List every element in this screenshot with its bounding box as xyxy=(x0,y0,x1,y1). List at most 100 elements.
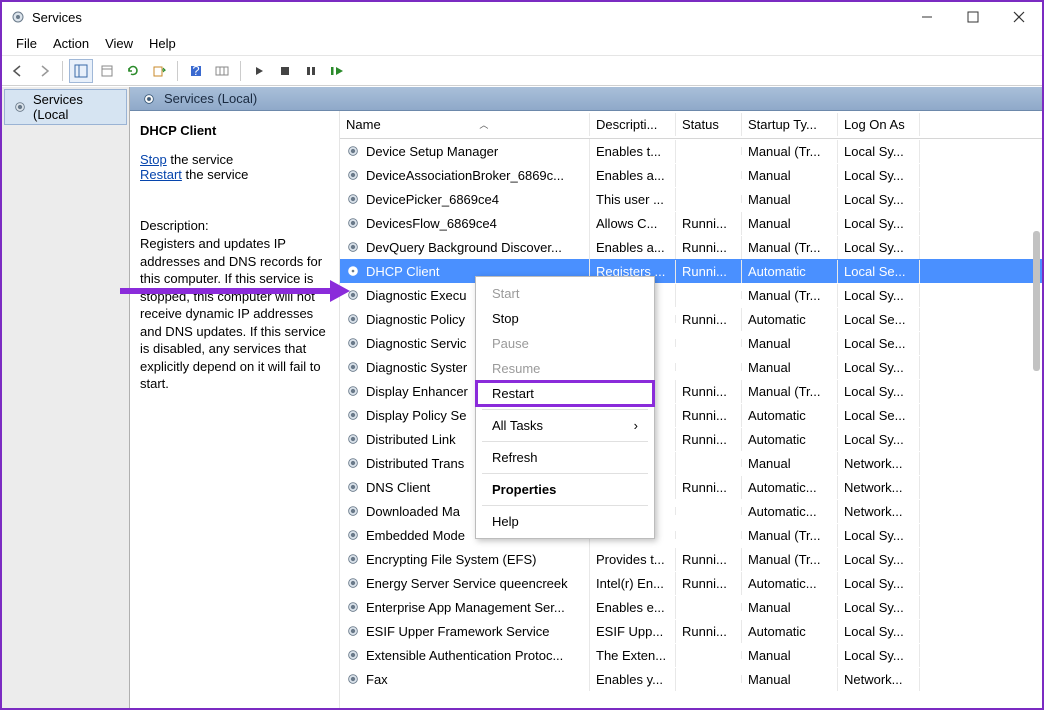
service-startup: Automatic... xyxy=(742,476,838,499)
export-list-button[interactable] xyxy=(147,59,171,83)
ctx-start: Start xyxy=(476,281,654,306)
service-status: Runni... xyxy=(676,548,742,571)
tree-root-services[interactable]: Services (Local xyxy=(4,89,127,125)
service-logon: Local Sy... xyxy=(838,596,920,619)
ctx-stop[interactable]: Stop xyxy=(476,306,654,331)
close-button[interactable] xyxy=(996,2,1042,32)
sort-indicator-icon: ︿ xyxy=(479,118,488,131)
service-row[interactable]: Diagnostic Policy Runni... Automatic Loc… xyxy=(340,307,1042,331)
service-row[interactable]: Display Policy Se ... Runni... Automatic… xyxy=(340,403,1042,427)
pause-service-button[interactable] xyxy=(299,59,323,83)
service-row[interactable]: Distributed Trans ... Manual Network... xyxy=(340,451,1042,475)
service-row[interactable]: Device Setup Manager Enables t... Manual… xyxy=(340,139,1042,163)
service-desc: Intel(r) En... xyxy=(590,572,676,595)
service-logon: Local Se... xyxy=(838,332,920,355)
toolbar-icon[interactable] xyxy=(210,59,234,83)
service-name: Diagnostic Syster xyxy=(366,360,467,375)
service-name: ESIF Upper Framework Service xyxy=(366,624,550,639)
service-row[interactable]: Energy Server Service queencreek Intel(r… xyxy=(340,571,1042,595)
minimize-button[interactable] xyxy=(904,2,950,32)
back-button[interactable] xyxy=(6,59,30,83)
service-name: DevicePicker_6869ce4 xyxy=(366,192,499,207)
ctx-refresh[interactable]: Refresh xyxy=(476,445,654,470)
service-gear-icon xyxy=(344,550,362,568)
service-gear-icon xyxy=(344,670,362,688)
menu-file[interactable]: File xyxy=(8,34,45,53)
service-row[interactable]: Embedded Mode Manual (Tr... Local Sy... xyxy=(340,523,1042,547)
service-row[interactable]: Distributed Link ... Runni... Automatic … xyxy=(340,427,1042,451)
service-row[interactable]: Downloaded Ma Automatic... Network... xyxy=(340,499,1042,523)
service-row[interactable]: DevicePicker_6869ce4 This user ... Manua… xyxy=(340,187,1042,211)
ctx-restart[interactable]: Restart xyxy=(476,381,654,406)
col-description[interactable]: Descripti... xyxy=(590,113,676,136)
service-row[interactable]: DeviceAssociationBroker_6869c... Enables… xyxy=(340,163,1042,187)
service-status xyxy=(676,675,742,683)
service-row[interactable]: Diagnostic Syster Manual Local Sy... xyxy=(340,355,1042,379)
service-status: Runni... xyxy=(676,428,742,451)
service-row[interactable]: DNS Client ... Runni... Automatic... Net… xyxy=(340,475,1042,499)
service-name: DevicesFlow_6869ce4 xyxy=(366,216,497,231)
start-service-button[interactable] xyxy=(247,59,271,83)
service-desc: Enables a... xyxy=(590,164,676,187)
service-name: Diagnostic Execu xyxy=(366,288,466,303)
service-row[interactable]: DHCP Client Registers ... Runni... Autom… xyxy=(340,259,1042,283)
ctx-all-tasks[interactable]: All Tasks› xyxy=(476,413,654,438)
col-startup[interactable]: Startup Ty... xyxy=(742,113,838,136)
service-status xyxy=(676,363,742,371)
properties-button[interactable] xyxy=(95,59,119,83)
service-logon: Local Sy... xyxy=(838,428,920,451)
service-logon: Local Sy... xyxy=(838,644,920,667)
service-name: Diagnostic Policy xyxy=(366,312,465,327)
service-desc: Provides t... xyxy=(590,548,676,571)
service-row[interactable]: DevQuery Background Discover... Enables … xyxy=(340,235,1042,259)
forward-button[interactable] xyxy=(32,59,56,83)
help-button[interactable]: ? xyxy=(184,59,208,83)
stop-service-button[interactable] xyxy=(273,59,297,83)
maximize-button[interactable] xyxy=(950,2,996,32)
tree-pane: Services (Local xyxy=(2,87,130,708)
menu-action[interactable]: Action xyxy=(45,34,97,53)
service-startup: Manual xyxy=(742,188,838,211)
ctx-properties[interactable]: Properties xyxy=(476,477,654,502)
vertical-scrollbar[interactable] xyxy=(1033,231,1040,371)
service-startup: Manual xyxy=(742,212,838,235)
service-status: Runni... xyxy=(676,380,742,403)
service-name: Embedded Mode xyxy=(366,528,465,543)
service-row[interactable]: Enterprise App Management Ser... Enables… xyxy=(340,595,1042,619)
service-name: Fax xyxy=(366,672,388,687)
service-startup: Automatic... xyxy=(742,572,838,595)
service-row[interactable]: Extensible Authentication Protoc... The … xyxy=(340,643,1042,667)
service-status: Runni... xyxy=(676,404,742,427)
service-logon: Network... xyxy=(838,476,920,499)
col-status[interactable]: Status xyxy=(676,113,742,136)
service-row[interactable]: Encrypting File System (EFS) Provides t.… xyxy=(340,547,1042,571)
service-row[interactable]: DevicesFlow_6869ce4 Allows C... Runni...… xyxy=(340,211,1042,235)
service-status xyxy=(676,459,742,467)
menu-view[interactable]: View xyxy=(97,34,141,53)
col-name[interactable]: Name︿ xyxy=(340,113,590,136)
service-gear-icon xyxy=(344,166,362,184)
service-startup: Manual xyxy=(742,596,838,619)
menu-help[interactable]: Help xyxy=(141,34,184,53)
ctx-help[interactable]: Help xyxy=(476,509,654,534)
service-row[interactable]: Fax Enables y... Manual Network... xyxy=(340,667,1042,691)
restart-service-button[interactable] xyxy=(325,59,349,83)
stop-service-link[interactable]: Stop xyxy=(140,152,167,167)
service-gear-icon xyxy=(344,190,362,208)
service-row[interactable]: Diagnostic Execu ... Manual (Tr... Local… xyxy=(340,283,1042,307)
refresh-button[interactable] xyxy=(121,59,145,83)
service-row[interactable]: ESIF Upper Framework Service ESIF Upp...… xyxy=(340,619,1042,643)
service-status: Runni... xyxy=(676,476,742,499)
service-logon: Local Se... xyxy=(838,404,920,427)
service-gear-icon xyxy=(344,478,362,496)
gear-icon xyxy=(11,98,29,116)
service-row[interactable]: Display Enhancer ... Runni... Manual (Tr… xyxy=(340,379,1042,403)
show-hide-tree-button[interactable] xyxy=(69,59,93,83)
service-desc: Enables a... xyxy=(590,236,676,259)
service-row[interactable]: Diagnostic Servic Manual Local Se... xyxy=(340,331,1042,355)
toolbar: ? xyxy=(2,56,1042,86)
service-logon: Local Sy... xyxy=(838,164,920,187)
col-logon[interactable]: Log On As xyxy=(838,113,920,136)
restart-service-link[interactable]: Restart xyxy=(140,167,182,182)
services-list: Name︿ Descripti... Status Startup Ty... … xyxy=(340,111,1042,708)
